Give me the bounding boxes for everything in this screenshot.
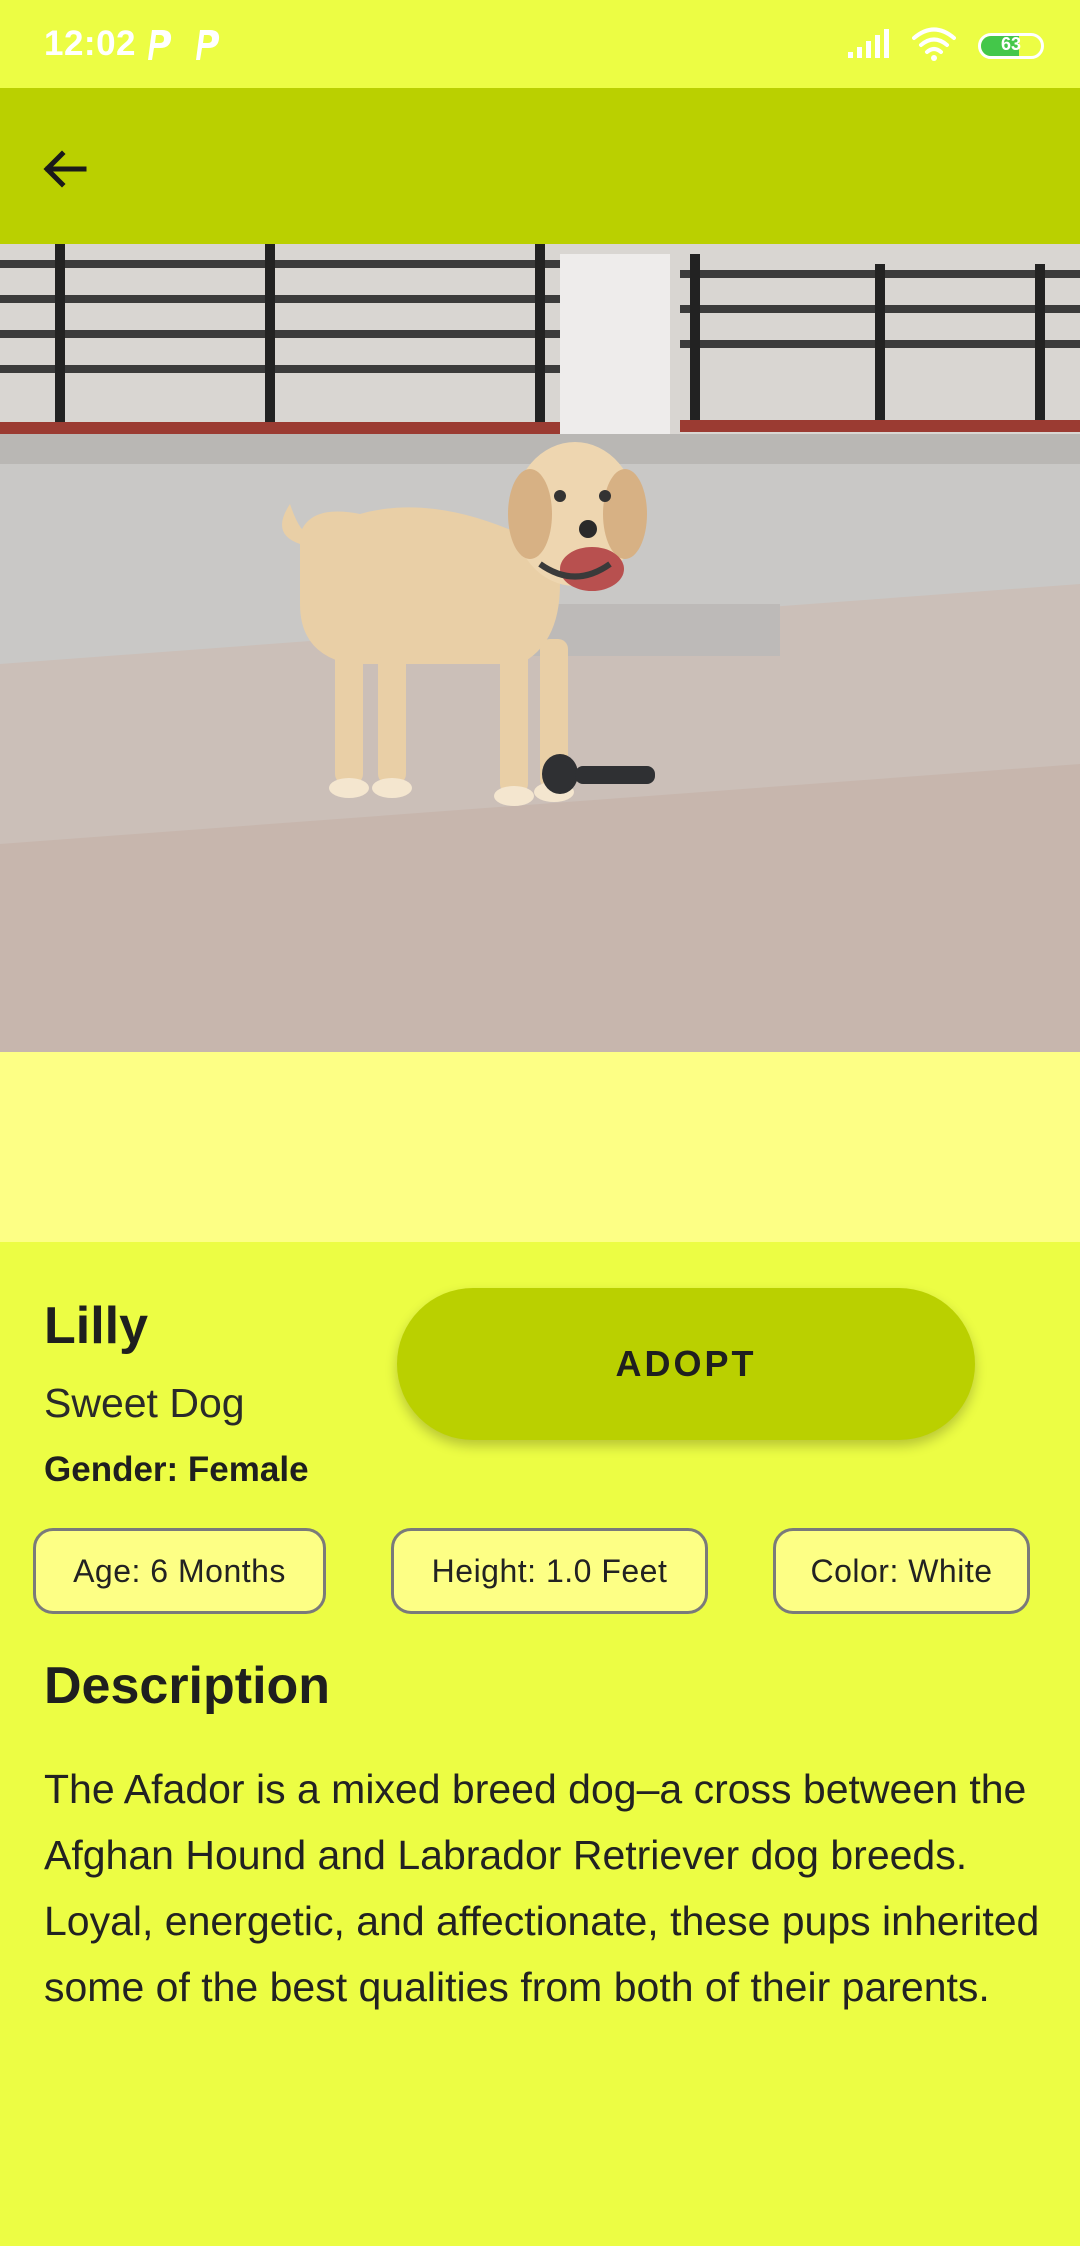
adopt-button[interactable]: ADOPT (397, 1288, 975, 1440)
description-title: Description (44, 1657, 331, 1715)
color-chip: Color: White (773, 1528, 1030, 1614)
back-button[interactable] (26, 130, 104, 208)
description-body: The Afador is a mixed breed dog–a cross … (44, 1766, 1040, 2010)
pet-name: Lilly (44, 1297, 149, 1355)
notification-p-icon (142, 26, 176, 62)
notification-p-icon (190, 26, 224, 62)
height-chip: Height: 1.0 Feet (391, 1528, 708, 1614)
battery-icon: 63 (978, 33, 1044, 59)
signal-icon (848, 28, 890, 65)
image-placeholder-area (0, 1052, 1080, 1242)
status-bar: 12:02 63 (0, 0, 1080, 88)
arrow-left-icon (43, 150, 87, 188)
pet-gender: Gender: Female (44, 1450, 309, 1489)
pet-tagline: Sweet Dog (44, 1380, 245, 1426)
pet-photo (0, 244, 1080, 1052)
status-time: 12:02 (44, 24, 137, 63)
age-chip: Age: 6 Months (33, 1528, 326, 1614)
battery-level: 63 (1000, 34, 1022, 54)
status-icons: 63 (848, 26, 1044, 66)
wifi-icon (912, 27, 956, 66)
dog-photo (0, 244, 1080, 1052)
app-bar (0, 88, 1080, 244)
